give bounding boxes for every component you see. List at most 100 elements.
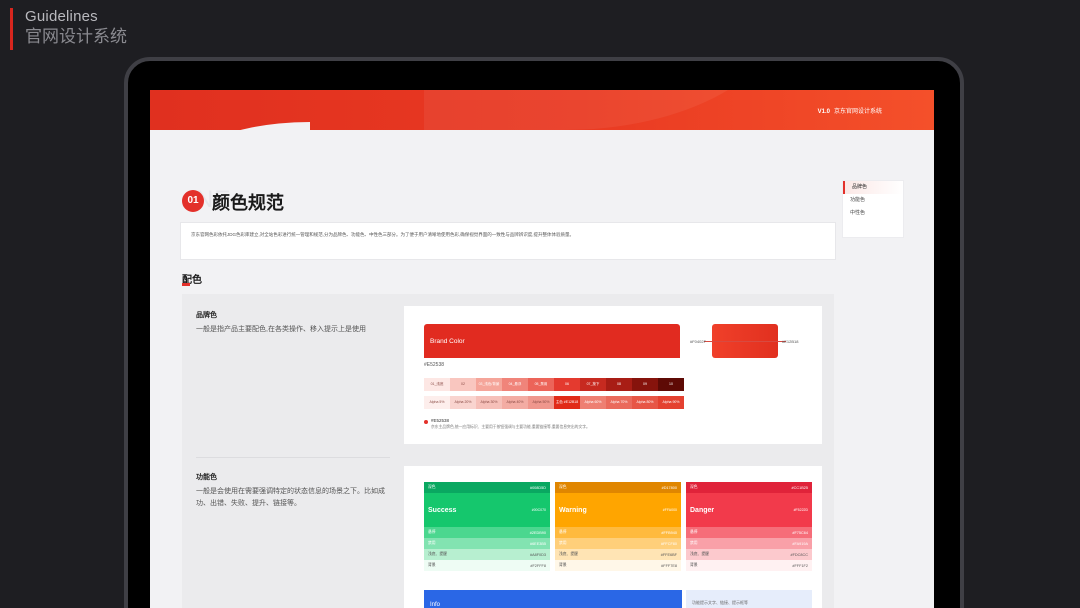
functional-sub-label: 背景 xyxy=(690,563,698,567)
functional-color-title: 功能色 xyxy=(196,474,217,481)
functional-sub-swatch: 禁用 #FA919A xyxy=(686,538,812,549)
functional-sub-code: #6EE3B5 xyxy=(529,541,546,546)
brand-alpha-swatch-10: Alpha 90% xyxy=(658,396,684,409)
functional-sub-swatch: 背景 #FFF1F2 xyxy=(686,560,812,571)
functional-head: 深色 #CC1B25 xyxy=(686,482,812,493)
functional-main-code: #00C070 xyxy=(531,508,546,512)
functional-sub-code: #FFB940 xyxy=(661,530,677,535)
functional-sub-swatch: 禁用 #FFCF80 xyxy=(555,538,681,549)
functional-head-label: 深色 xyxy=(428,485,436,489)
functional-main-code: #F5222D xyxy=(793,508,808,512)
brand-scale-swatch-8: 08 xyxy=(606,378,632,391)
brand-scale-swatch-4: 04_悬浮 xyxy=(502,378,528,391)
section-title-accent xyxy=(182,283,190,286)
banner-decoration xyxy=(424,90,784,130)
functional-head-label: 深色 xyxy=(690,485,698,489)
functional-head: 深色 #008D5D xyxy=(424,482,550,493)
functional-head-label: 深色 xyxy=(559,485,567,489)
guidelines-subtitle: 官网设计系统 xyxy=(25,27,127,46)
website-screen: V1.0 京东官网设计系统 NE 01 颜色规范 京东官网色彩依托JDG色彩库建立… xyxy=(150,90,934,608)
functional-sub-label: 背景 xyxy=(559,563,567,567)
gradient-start-hex: #F0402F xyxy=(690,339,707,344)
version-label: V1.0 京东官网设计系统 xyxy=(818,106,882,115)
functional-color-card: 深色 #008D5D Success #00C070 悬停 #2EDB90 禁用 #6EE3B… xyxy=(404,466,822,608)
functional-column-warning: 深色 #D17800 Warning #FFA000 悬停 #FFB940 禁用 #FFCF8… xyxy=(555,482,681,571)
functional-sub-swatch: 悬停 #F75C64 xyxy=(686,527,812,538)
info-color-swatch: Info xyxy=(424,590,682,608)
intro-box: 京东官网色彩依托JDG色彩库建立,对全站色彩进行统一管理和规范,分为品牌色、功能… xyxy=(180,222,836,260)
brand-scale-row: 01_浅底 02 03_浅色/背景 04_悬浮 05_禁用 06 07_按下 08 09 10 xyxy=(424,378,684,391)
functional-head-code: #CC1B25 xyxy=(791,485,808,490)
functional-sub-label: 禁用 xyxy=(559,541,567,545)
functional-sub-swatch: 禁用 #6EE3B5 xyxy=(424,538,550,549)
functional-name: Warning xyxy=(559,506,587,514)
functional-column-danger: 深色 #CC1B25 Danger #F5222D 悬停 #F75C64 禁用 #FA919A… xyxy=(686,482,812,571)
functional-sub-swatch: 浅底、提醒 #A8F0D3 xyxy=(424,549,550,560)
functional-sub-swatch: 浅底、提醒 #FDC8CC xyxy=(686,549,812,560)
functional-head-code: #008D5D xyxy=(529,485,546,490)
info-color-desc: 功能提示文字、链接、提示框等 xyxy=(686,590,812,608)
brand-alpha-swatch-9: Alpha 80% xyxy=(632,396,658,409)
brand-scale-swatch-2: 02 xyxy=(450,378,476,391)
system-name: 京东官网设计系统 xyxy=(833,109,882,115)
functional-head-code: #D17800 xyxy=(661,485,677,490)
functional-sub-label: 禁用 xyxy=(690,541,698,545)
functional-sub-swatch: 浅底、提醒 #FFE6BF xyxy=(555,549,681,560)
note-bullet xyxy=(424,420,428,424)
functional-main-swatch: Warning #FFA000 xyxy=(555,493,681,527)
guidelines-label: Guidelines xyxy=(25,8,98,25)
functional-sub-code: #FA919A xyxy=(792,541,808,546)
functional-sub-code: #A8F0D3 xyxy=(529,552,546,557)
functional-sub-code: #F75C64 xyxy=(792,530,808,535)
brand-alpha-row: Alpha 5% Alpha 20% Alpha 30% Alpha 40% Alpha… xyxy=(424,396,684,409)
toc-item-functional[interactable]: 功能色 xyxy=(843,194,903,207)
functional-main-swatch: Success #00C070 xyxy=(424,493,550,527)
functional-column-success: 深色 #008D5D Success #00C070 悬停 #2EDB90 禁用 #6EE3B… xyxy=(424,482,550,571)
brand-color-card: Brand Color #F0402F #E12B18 #E52538 01_浅… xyxy=(404,306,822,444)
functional-head: 深色 #D17800 xyxy=(555,482,681,493)
functional-sub-swatch: 背景 #FFF7E8 xyxy=(555,560,681,571)
brand-scale-swatch-10: 10 xyxy=(658,378,684,391)
gradient-line xyxy=(704,341,786,342)
functional-sub-code: #FFF7E8 xyxy=(661,563,677,568)
brand-alpha-swatch-6: 主色 #E12B18 xyxy=(554,396,580,409)
functional-sub-code: #2EDB90 xyxy=(529,530,546,535)
brand-alpha-swatch-3: Alpha 30% xyxy=(476,396,502,409)
toc-item-brand[interactable]: 品牌色 xyxy=(843,181,903,194)
gradient-end-hex: #E12B18 xyxy=(782,339,799,344)
functional-sub-swatch: 悬停 #FFB940 xyxy=(555,527,681,538)
toc-item-neutral[interactable]: 中性色 xyxy=(843,207,903,220)
brand-color-code: #E52538 xyxy=(424,362,445,368)
functional-sub-code: #F2FFF8 xyxy=(530,563,546,568)
functional-sub-code: #FDC8CC xyxy=(790,552,808,557)
functional-main-swatch: Danger #F5222D xyxy=(686,493,812,527)
table-of-contents: 品牌色 功能色 中性色 xyxy=(842,180,904,238)
brand-scale-swatch-6: 06 xyxy=(554,378,580,391)
brand-color-title: 品牌色 xyxy=(196,312,217,319)
functional-sub-swatch: 背景 #F2FFF8 xyxy=(424,560,550,571)
functional-sub-code: #FFF1F2 xyxy=(792,563,808,568)
brand-color-swatch: Brand Color xyxy=(424,324,680,358)
brand-color-desc: 一般是指产品主要配色,在各类操作、移入提示上是使用 xyxy=(196,326,366,333)
brand-alpha-swatch-5: Alpha 50% xyxy=(528,396,554,409)
functional-sub-label: 浅底、提醒 xyxy=(690,552,709,556)
functional-name: Danger xyxy=(690,506,715,514)
functional-sub-label: 浅底、提醒 xyxy=(428,552,447,556)
functional-sub-swatch: 悬停 #2EDB90 xyxy=(424,527,550,538)
functional-main-code: #FFA000 xyxy=(662,508,677,512)
functional-sub-code: #FFE6BF xyxy=(660,552,677,557)
brand-alpha-swatch-8: Alpha 70% xyxy=(606,396,632,409)
page-title: 颜色规范 xyxy=(212,193,284,213)
guidelines-header: Guidelines 官网设计系统 xyxy=(10,8,127,50)
functional-sub-label: 悬停 xyxy=(690,530,698,534)
version-number: V1.0 xyxy=(817,109,830,115)
functional-color-panel: 功能色 一般是会使用在需要强调特定的状态信息的场景之下。比如成功、出错、失败、提… xyxy=(182,458,834,608)
note-desc: 京东主品牌色,统一应用标识、主要用于按钮强调与主要功能,重要链接等,重要信息突出… xyxy=(431,425,590,429)
brand-scale-swatch-7: 07_按下 xyxy=(580,378,606,391)
functional-sub-code: #FFCF80 xyxy=(660,541,677,546)
brand-scale-swatch-9: 09 xyxy=(632,378,658,391)
section-number-badge: 01 xyxy=(182,190,204,212)
functional-sub-label: 悬停 xyxy=(559,530,567,534)
brand-scale-swatch-1: 01_浅底 xyxy=(424,378,450,391)
brand-alpha-swatch-1: Alpha 5% xyxy=(424,396,450,409)
